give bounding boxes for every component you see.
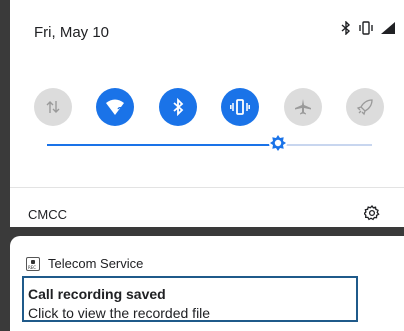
bluetooth-icon [171,98,185,116]
vibrate-icon [358,21,374,35]
date-label: Fri, May 10 [34,24,110,41]
notification-app-name: Telecom Service [48,256,144,271]
carrier-footer: CMCC [10,188,404,227]
status-icons [340,21,396,35]
carrier-label: CMCC [28,207,67,222]
settings-gear-icon[interactable] [363,204,380,221]
notification-card[interactable]: REC Telecom Service Call recording saved… [10,236,404,331]
brightness-track-empty [278,144,372,146]
wifi-tile[interactable]: ? [96,88,134,126]
bluetooth-tile[interactable] [159,88,197,126]
airplane-mode-tile[interactable] [284,88,322,126]
data-arrows-icon [45,99,61,115]
quick-tiles-row: ? [10,88,404,128]
vibrate-icon [230,99,250,115]
brightness-thumb[interactable] [268,133,288,153]
status-bar: Fri, May 10 [10,0,404,62]
brightness-icon [268,134,288,157]
vibrate-tile[interactable] [221,88,259,126]
rocket-tile[interactable] [346,88,384,126]
rocket-icon [356,98,374,116]
brightness-track-filled [47,144,278,146]
notification-header: REC Telecom Service [26,256,143,271]
airplane-icon [294,98,312,116]
bluetooth-icon [340,21,352,35]
signal-icon [380,21,396,35]
notification-title: Call recording saved [28,286,166,302]
notification-text: Click to view the recorded file [28,305,211,321]
quick-settings-panel: Fri, May 10 ? CMCC [10,0,404,227]
wifi-question-icon: ? [105,98,125,116]
svg-text:?: ? [117,106,123,116]
brightness-slider[interactable] [47,134,372,153]
telecom-app-icon: REC [26,256,40,271]
mobile-data-tile[interactable] [34,88,72,126]
